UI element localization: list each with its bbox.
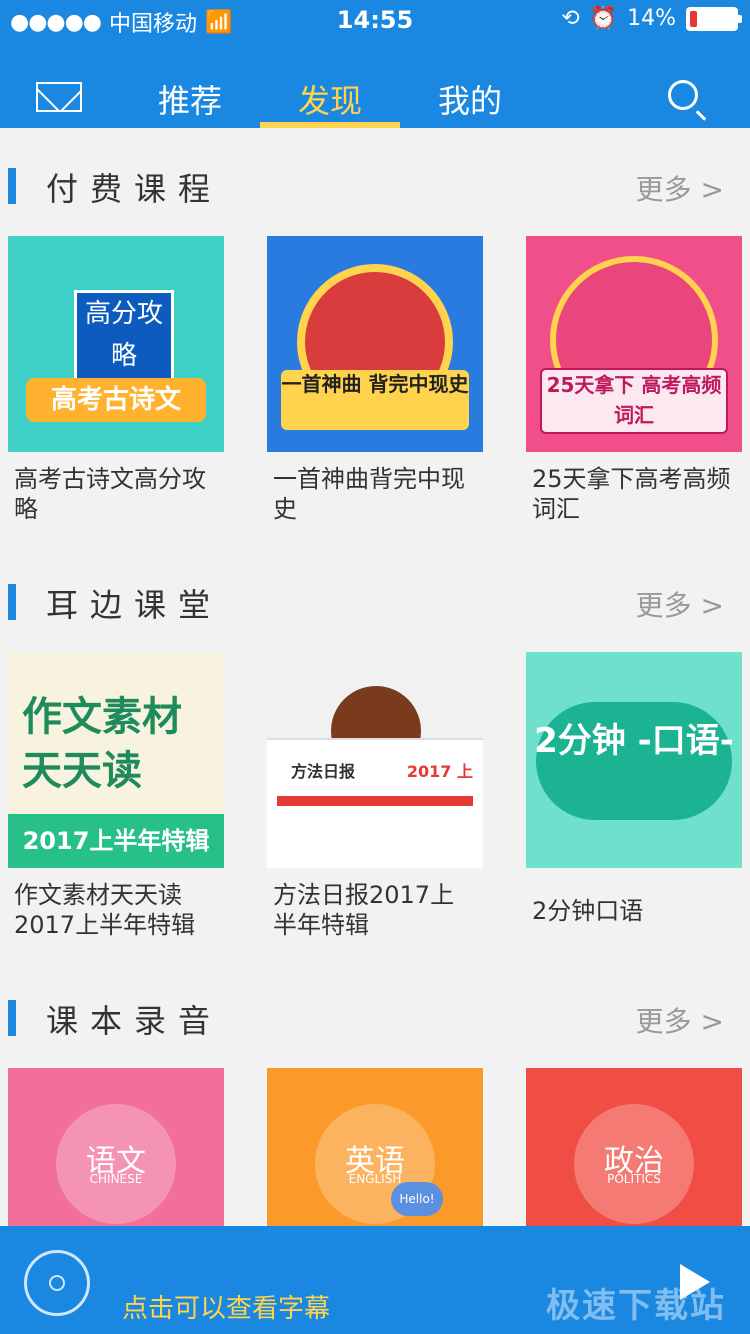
subject-thumbnail: 政治 POLITICS [526, 1068, 742, 1226]
course-thumbnail: 方法日报 2017 上 [267, 652, 483, 868]
course-card[interactable]: 方法日报 2017 上 方法日报2017上半年特辑 [267, 652, 483, 940]
section-textbook-audio: 课本录音 更多 > 语文 CHINESE 英语 ENGLISH Hello! 政… [0, 968, 750, 1226]
tab-discover[interactable]: 发现 [298, 76, 362, 122]
subject-card[interactable]: 政治 POLITICS [526, 1068, 742, 1226]
top-nav: 推荐 发现 我的 [0, 70, 750, 128]
status-right: ⟲ ⏰ 14% [561, 6, 742, 31]
course-thumbnail: 一首神曲 背完中现史 [267, 236, 483, 452]
tab-mine[interactable]: 我的 [438, 76, 502, 122]
section-marker [8, 168, 16, 204]
play-icon[interactable] [680, 1264, 710, 1300]
course-card[interactable]: 高分攻略 高考古诗文 高考古诗文高分攻略 [8, 236, 224, 524]
subject-english: POLITICS [607, 1172, 661, 1186]
course-card[interactable]: 一首神曲 背完中现史 一首神曲背完中现史 [267, 236, 483, 524]
thumbnail-heading: 2分钟 -口语- [534, 721, 734, 761]
tab-recommend[interactable]: 推荐 [158, 76, 222, 122]
subject-thumbnail: 语文 CHINESE [8, 1068, 224, 1226]
course-thumbnail: 2分钟 -口语- [526, 652, 742, 868]
section-ear-class: 耳边课堂 更多 > 作文素材 天天读 2017上半年特辑 作文素材天天读2017… [0, 548, 750, 968]
course-card[interactable]: 25天拿下 高考高频词汇 25天拿下高考高频词汇 [526, 236, 742, 524]
thumbnail-ribbon: 25天拿下 高考高频词汇 [540, 368, 728, 434]
rotation-lock-icon: ⟲ [561, 6, 580, 31]
newspaper-title: 方法日报 [291, 762, 356, 781]
course-title: 方法日报2017上半年特辑 [273, 881, 455, 939]
subject-english: ENGLISH [348, 1172, 402, 1186]
thumbnail-heading: 作文素材 天天读 [22, 694, 182, 794]
battery-cap [738, 14, 742, 23]
newspaper-year: 2017 上 [406, 762, 473, 781]
newspaper-rule [277, 796, 473, 806]
course-card[interactable]: 作文素材 天天读 2017上半年特辑 作文素材天天读2017上半年特辑 [8, 652, 224, 940]
battery-icon [686, 6, 742, 31]
course-title: 作文素材天天读2017上半年特辑 [14, 881, 196, 939]
course-title: 一首神曲背完中现史 [273, 465, 465, 523]
alarm-icon: ⏰ [589, 6, 618, 31]
thumbnail-band: 2017上半年特辑 [8, 814, 224, 868]
course-title: 25天拿下高考高频词汇 [532, 465, 731, 523]
course-thumbnail: 作文素材 天天读 2017上半年特辑 [8, 652, 224, 868]
app-header: ●●●●● 中国移动 📶 14:55 ⟲ ⏰ 14% 推荐 发现 我的 [0, 0, 750, 128]
subject-card[interactable]: 语文 CHINESE [8, 1068, 224, 1226]
status-bar: ●●●●● 中国移动 📶 14:55 ⟲ ⏰ 14% [0, 0, 750, 40]
subject-card[interactable]: 英语 ENGLISH Hello! [267, 1068, 483, 1226]
subject-thumbnail: 英语 ENGLISH Hello! [267, 1068, 483, 1226]
course-title: 2分钟口语 [532, 897, 644, 925]
course-card[interactable]: 2分钟 -口语- 2分钟口语 [526, 652, 742, 926]
battery-percent: 14% [627, 6, 676, 31]
newspaper: 方法日报 2017 上 [267, 738, 483, 868]
search-icon[interactable] [668, 80, 698, 110]
book-graphic: 高分攻略 [74, 290, 174, 388]
section-title: 耳边课堂 [46, 586, 223, 624]
section-marker [8, 584, 16, 620]
course-thumbnail: 25天拿下 高考高频词汇 [526, 236, 742, 452]
mail-icon[interactable] [36, 82, 82, 112]
subtitle-hint[interactable]: 点击可以查看字幕 [122, 1288, 330, 1325]
course-thumbnail: 高分攻略 高考古诗文 [8, 236, 224, 452]
thumbnail-ribbon: 一首神曲 背完中现史 [281, 370, 469, 430]
subject-english: CHINESE [89, 1172, 143, 1186]
more-link[interactable]: 更多 > [636, 584, 724, 624]
section-title: 付费课程 [46, 170, 223, 208]
more-link[interactable]: 更多 > [636, 168, 724, 208]
section-title: 课本录音 [46, 1002, 223, 1040]
section-paid-courses: 付费课程 更多 > 高分攻略 高考古诗文 高考古诗文高分攻略 一首神曲 背完中现… [0, 128, 750, 548]
section-marker [8, 1000, 16, 1036]
battery-fill [690, 10, 697, 27]
disc-icon[interactable] [24, 1250, 90, 1316]
thumbnail-badge: 高考古诗文 [26, 378, 206, 422]
more-link[interactable]: 更多 > [636, 1000, 724, 1040]
audio-player-bar: 点击可以查看字幕 极速下载站 [0, 1226, 750, 1334]
course-title: 高考古诗文高分攻略 [14, 465, 206, 523]
hello-bubble: Hello! [391, 1182, 443, 1216]
